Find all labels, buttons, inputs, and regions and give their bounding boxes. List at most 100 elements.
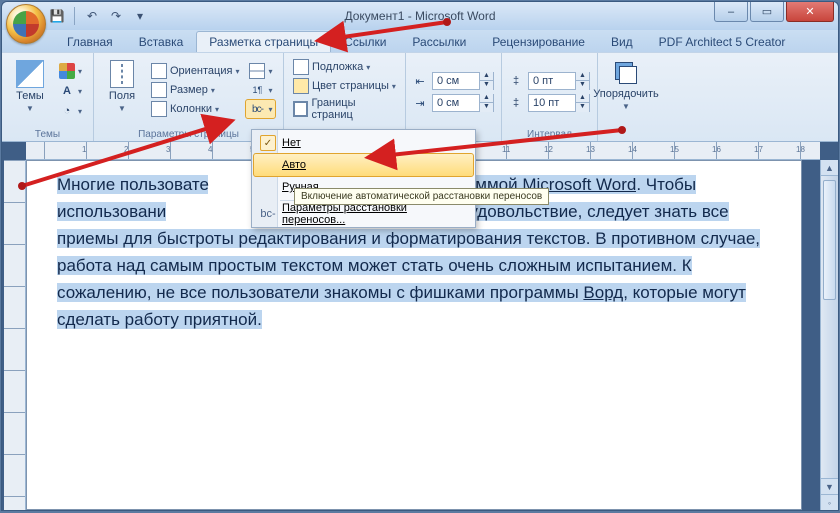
check-icon: ✓	[260, 135, 276, 151]
chevron-down-icon: ▾	[78, 107, 82, 116]
tab-review[interactable]: Рецензирование	[479, 31, 598, 52]
watermark-label: Подложка	[312, 61, 363, 73]
spin-up-icon[interactable]: ▲	[479, 94, 493, 103]
themes-icon	[16, 60, 44, 88]
tab-pdf-architect[interactable]: PDF Architect 5 Creator	[646, 31, 799, 52]
palette-icon	[59, 63, 75, 79]
breaks-button[interactable]: ▾	[246, 62, 275, 80]
margins-label: Поля	[109, 90, 135, 102]
qat-redo-icon[interactable]: ↷	[107, 7, 125, 25]
tab-view[interactable]: Вид	[598, 31, 646, 52]
spin-down-icon[interactable]: ▼	[479, 103, 493, 112]
tab-mailings[interactable]: Рассылки	[399, 31, 479, 52]
space-before-value: 0 пт	[529, 75, 575, 87]
page-borders-icon	[293, 101, 308, 117]
scroll-up-icon[interactable]: ▲	[821, 160, 838, 176]
group-label-spacing: Интервал	[502, 129, 597, 140]
size-label: Размер	[170, 84, 208, 96]
chevron-down-icon: ▾	[268, 86, 272, 95]
space-before-input[interactable]: 0 пт▲▼	[528, 72, 590, 90]
chevron-down-icon: ▾	[235, 67, 239, 76]
fonts-icon: A	[59, 83, 75, 99]
tab-page-layout[interactable]: Разметка страницы	[196, 31, 331, 52]
line-numbers-icon: 1¶	[249, 82, 265, 98]
scroll-browse-icon[interactable]: ◦	[821, 494, 838, 510]
space-after-input[interactable]: 10 пт▲▼	[528, 94, 590, 112]
margins-button[interactable]: Поля ▼	[100, 56, 144, 122]
close-button[interactable]: ✕	[786, 2, 834, 22]
line-numbers-button[interactable]: 1¶▾	[246, 81, 275, 99]
minimize-button[interactable]: –	[714, 2, 748, 22]
group-label-themes: Темы	[2, 129, 93, 140]
hyph-menu-none[interactable]: ✓ Нет	[254, 132, 473, 154]
indent-right-icon: ⇥	[412, 95, 428, 111]
indent-left-value: 0 см	[433, 75, 479, 87]
spin-up-icon[interactable]: ▲	[575, 94, 589, 103]
vertical-scrollbar[interactable]: ▲ ▼ ◦	[820, 160, 838, 510]
scroll-down-icon[interactable]: ▼	[821, 478, 838, 494]
vertical-ruler[interactable]	[4, 160, 26, 510]
indent-left-icon: ⇤	[412, 73, 428, 89]
page-color-button[interactable]: Цвет страницы▾	[290, 77, 399, 95]
hyph-menu-options[interactable]: bc‑ Параметры расстановки переносов...	[254, 203, 473, 225]
chevron-down-icon: ▾	[211, 86, 215, 95]
spin-up-icon[interactable]: ▲	[479, 72, 493, 81]
theme-effects-button[interactable]: ◔▾	[56, 102, 85, 120]
page-borders-label: Границы страниц	[311, 97, 396, 121]
spin-down-icon[interactable]: ▼	[479, 81, 493, 90]
orientation-button[interactable]: Ориентация▾	[148, 62, 242, 80]
chevron-down-icon: ▾	[392, 82, 396, 91]
effects-icon: ◔	[59, 103, 75, 119]
columns-label: Колонки	[170, 103, 212, 115]
arrange-label: Упорядочить	[593, 88, 658, 100]
watermark-icon	[293, 59, 309, 75]
chevron-down-icon: ▾	[268, 67, 272, 76]
watermark-button[interactable]: Подложка▾	[290, 58, 399, 76]
tab-references[interactable]: Ссылки	[331, 31, 399, 52]
chevron-down-icon: ▾	[366, 63, 370, 72]
arrange-button[interactable]: Упорядочить ▼	[604, 56, 648, 122]
theme-colors-button[interactable]: ▾	[56, 62, 85, 80]
text-link-word: Ворд	[583, 283, 623, 302]
quick-access-toolbar: 💾 ↶ ↷ ▾	[48, 7, 149, 25]
hyph-menu-auto[interactable]: Авто	[254, 154, 473, 176]
hyphenation-icon: bc‑	[249, 101, 265, 117]
spin-down-icon[interactable]: ▼	[575, 103, 589, 112]
chevron-down-icon: ▼	[622, 102, 630, 111]
hyph-menu-options-label: Параметры расстановки переносов...	[282, 202, 473, 226]
hyphenation-button[interactable]: bc‑▾	[246, 100, 275, 118]
qat-save-icon[interactable]: 💾	[48, 7, 66, 25]
size-button[interactable]: Размер▾	[148, 81, 242, 99]
qat-more-icon[interactable]: ▾	[131, 7, 149, 25]
space-before-icon: ‡	[508, 73, 524, 89]
breaks-icon	[249, 63, 265, 79]
spin-down-icon[interactable]: ▼	[575, 81, 589, 90]
tab-insert[interactable]: Вставка	[126, 31, 197, 52]
maximize-button[interactable]: ▭	[750, 2, 784, 22]
chevron-down-icon: ▼	[118, 104, 126, 113]
indent-left-input[interactable]: 0 см▲▼	[432, 72, 494, 90]
margins-icon	[110, 60, 134, 88]
scroll-thumb[interactable]	[823, 180, 836, 300]
themes-button[interactable]: Темы ▼	[8, 56, 52, 122]
chevron-down-icon: ▾	[215, 105, 219, 114]
office-button[interactable]	[6, 4, 46, 44]
titlebar: 💾 ↶ ↷ ▾ Документ1 - Microsoft Word – ▭ ✕	[2, 2, 838, 30]
columns-button[interactable]: Колонки▾	[148, 100, 242, 118]
arrange-icon	[613, 60, 639, 86]
theme-fonts-button[interactable]: A▾	[56, 82, 85, 100]
indent-right-value: 0 см	[433, 97, 479, 109]
qat-undo-icon[interactable]: ↶	[83, 7, 101, 25]
page-color-label: Цвет страницы	[312, 80, 389, 92]
ribbon-tabs: Главная Вставка Разметка страницы Ссылки…	[2, 30, 838, 52]
page-borders-button[interactable]: Границы страниц	[290, 96, 399, 122]
spin-up-icon[interactable]: ▲	[575, 72, 589, 81]
chevron-down-icon: ▾	[268, 105, 272, 114]
page-color-icon	[293, 78, 309, 94]
tab-home[interactable]: Главная	[54, 31, 126, 52]
chevron-down-icon: ▾	[78, 87, 82, 96]
page-size-icon	[151, 82, 167, 98]
space-after-value: 10 пт	[529, 97, 575, 109]
indent-right-input[interactable]: 0 см▲▼	[432, 94, 494, 112]
window-title: Документ1 - Microsoft Word	[344, 9, 495, 23]
